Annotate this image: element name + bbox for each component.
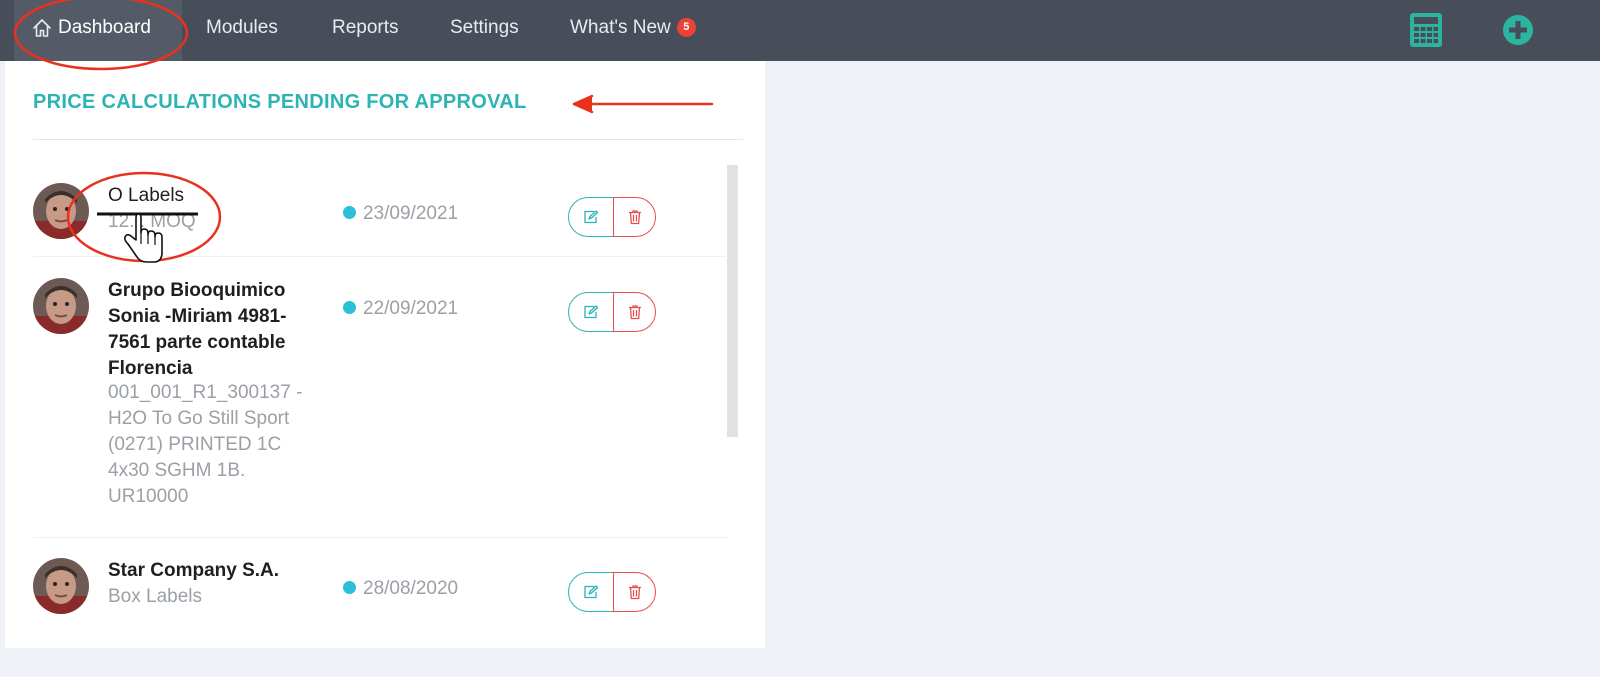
row-divider (33, 537, 728, 538)
item-date: 28/08/2020 (343, 578, 458, 600)
avatar (33, 278, 89, 334)
date-text: 22/09/2021 (363, 298, 459, 319)
edit-button[interactable] (568, 572, 614, 612)
item-date: 22/09/2021 (343, 298, 458, 320)
avatar (33, 558, 89, 614)
list-scrollbar[interactable] (727, 165, 738, 437)
status-dot (343, 301, 356, 314)
row-actions (568, 572, 656, 612)
notification-badge: 5 (676, 18, 696, 37)
plus-circle-icon[interactable] (1500, 12, 1536, 48)
trash-icon (628, 305, 641, 320)
edit-icon (584, 585, 599, 599)
date-text: 28/08/2020 (363, 578, 459, 599)
top-nav-bar: Dashboard Modules Reports Settings What'… (0, 0, 1600, 61)
item-name[interactable]: Star Company S.A. (108, 558, 313, 584)
nav-dashboard[interactable]: Dashboard (14, 0, 182, 61)
divider-line (33, 537, 728, 538)
item-date: 23/09/2021 (343, 203, 458, 225)
divider-line (33, 256, 728, 257)
date-text: 23/09/2021 (363, 203, 459, 224)
item-description: Box Labels (108, 586, 203, 607)
nav-reports[interactable]: Reports (332, 0, 399, 61)
list-item: Star Company S.A. Box Labels 28/08/2020 (33, 558, 728, 628)
delete-button[interactable] (613, 292, 656, 332)
list-item: Grupo Biooquimico Sonia -Miriam 4981-756… (33, 278, 728, 526)
trash-icon (628, 210, 641, 225)
avatar (33, 183, 89, 239)
pending-approvals-panel: PRICE CALCULATIONS PENDING FOR APPROVAL … (5, 61, 765, 648)
edit-icon (584, 210, 599, 224)
item-name[interactable]: O Labels (108, 183, 313, 209)
nav-whats-new-label: What's New (570, 17, 671, 38)
nav-whats-new[interactable]: What's New 5 (570, 0, 696, 61)
nav-dashboard-label: Dashboard (58, 17, 151, 38)
status-dot (343, 206, 356, 219)
edit-button[interactable] (568, 292, 614, 332)
row-actions (568, 292, 656, 332)
trash-icon (628, 585, 641, 600)
title-divider (33, 139, 743, 140)
home-icon (33, 19, 51, 37)
calculator-icon[interactable] (1408, 12, 1444, 48)
nav-settings[interactable]: Settings (450, 0, 519, 61)
status-dot (343, 581, 356, 594)
delete-button[interactable] (613, 572, 656, 612)
delete-button[interactable] (613, 197, 656, 237)
edit-button[interactable] (568, 197, 614, 237)
item-description: 001_001_R1_300137 - H2O To Go Still Spor… (108, 382, 303, 507)
item-description: 12... MOQ (108, 211, 196, 232)
nav-modules[interactable]: Modules (206, 0, 278, 61)
item-name[interactable]: Grupo Biooquimico Sonia -Miriam 4981-756… (108, 278, 313, 382)
row-divider (33, 256, 728, 257)
panel-title: PRICE CALCULATIONS PENDING FOR APPROVAL (33, 91, 527, 113)
row-actions (568, 197, 656, 237)
edit-icon (584, 305, 599, 319)
